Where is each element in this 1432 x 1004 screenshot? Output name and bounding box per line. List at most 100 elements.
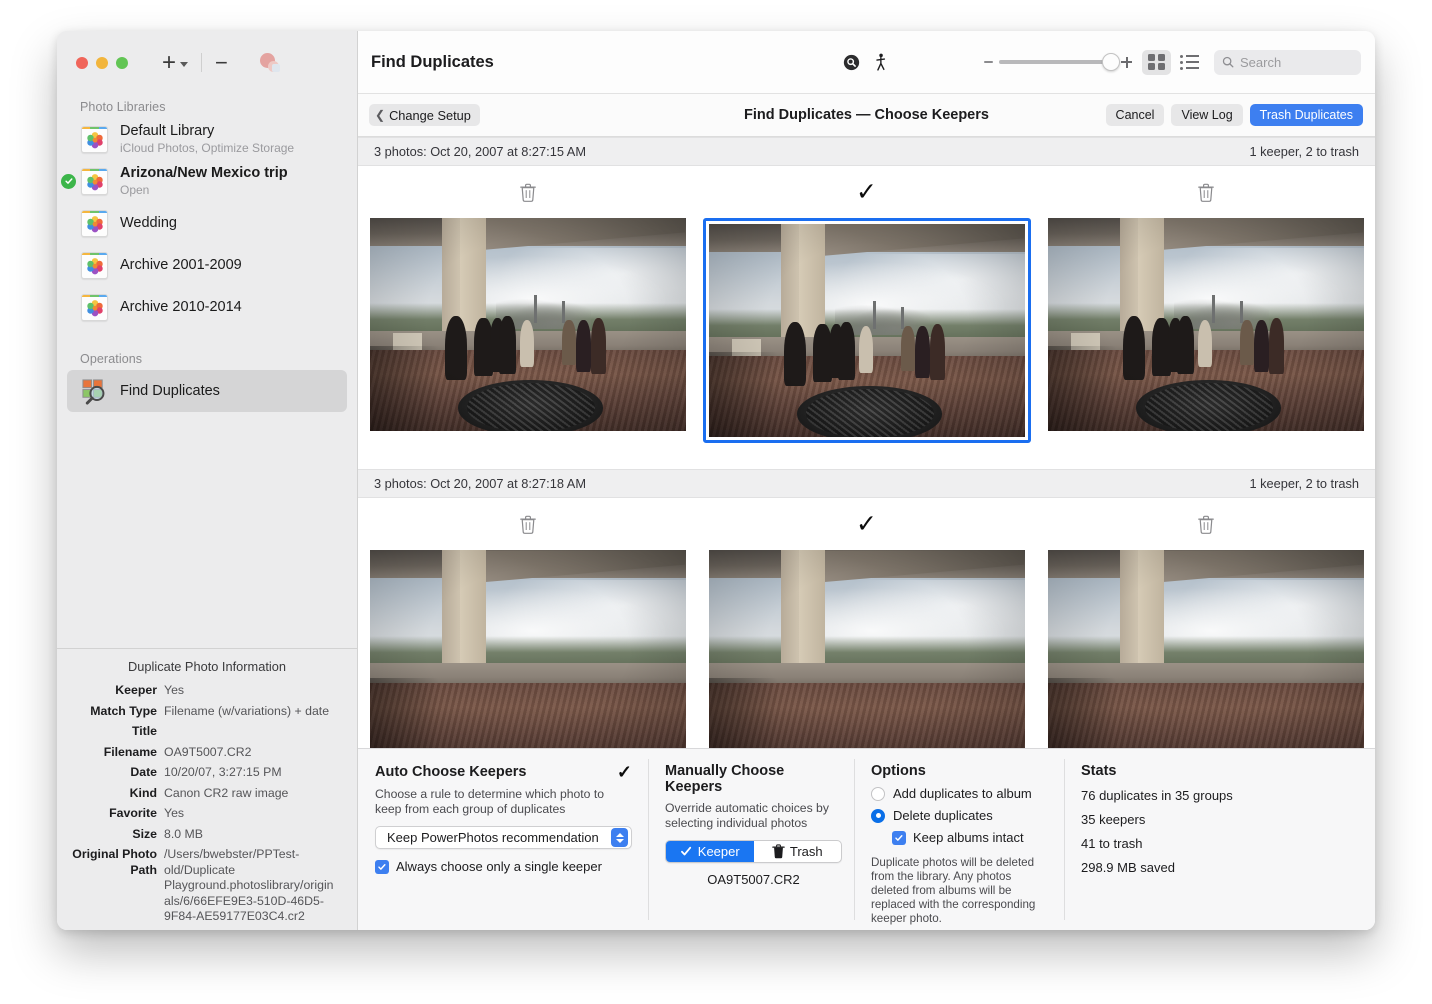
duplicate-photo-information-panel: Duplicate Photo Information KeeperYes Ma… xyxy=(57,648,357,930)
section-title-row: Auto Choose Keepers ✓ xyxy=(375,763,632,781)
group-photos-row xyxy=(358,550,1375,763)
keep-albums-intact-checkbox[interactable] xyxy=(892,831,906,845)
keeper-trash-segmented-control[interactable]: Keeper Trash xyxy=(665,840,842,863)
stepper-icon[interactable] xyxy=(611,828,628,847)
trash-icon[interactable] xyxy=(520,515,536,534)
radio-add-to-album[interactable] xyxy=(871,787,885,801)
photo-thumbnail[interactable] xyxy=(709,550,1025,763)
info-row: KeeperYes xyxy=(57,683,357,699)
photo-cell[interactable] xyxy=(1036,550,1375,763)
info-label: Kind xyxy=(57,786,157,802)
section-header-photo-libraries: Photo Libraries xyxy=(57,94,357,118)
segment-keeper[interactable]: Keeper xyxy=(666,841,754,862)
trash-icon[interactable] xyxy=(520,183,536,202)
info-row: Original Photo Path/Users/bwebster/PPTes… xyxy=(57,847,357,925)
close-button[interactable] xyxy=(76,57,88,69)
auto-enabled-check-icon[interactable]: ✓ xyxy=(617,763,632,781)
keeper-rule-select[interactable]: Keep PowerPhotos recommendation xyxy=(375,826,632,849)
operation-name: Find Duplicates xyxy=(120,383,220,400)
cancel-button[interactable]: Cancel xyxy=(1106,104,1165,126)
trash-icon xyxy=(772,844,785,859)
merge-libraries-icon[interactable] xyxy=(260,53,282,73)
info-label: Keeper xyxy=(57,683,157,699)
photo-mark-cell[interactable]: ✓ xyxy=(697,166,1036,218)
add-library-button[interactable]: + xyxy=(162,51,188,75)
photo-mark-cell[interactable] xyxy=(358,498,697,550)
zoom-in-icon[interactable] xyxy=(1121,57,1132,68)
photos-library-icon xyxy=(81,294,108,321)
photo-mark-cell[interactable] xyxy=(1036,498,1375,550)
main-area: Find Duplicates xyxy=(358,31,1375,930)
info-row: FavoriteYes xyxy=(57,806,357,822)
toolbar-center-icons xyxy=(843,53,887,72)
sidebar-item-archive-2001-2009[interactable]: Archive 2001-2009 xyxy=(67,244,347,286)
photo-image xyxy=(709,550,1025,763)
toolbar-right: Search xyxy=(984,50,1361,75)
remove-library-button[interactable]: − xyxy=(215,52,228,74)
slider-track[interactable] xyxy=(999,60,1115,64)
duplicate-search-icon[interactable] xyxy=(843,54,860,71)
info-value xyxy=(164,724,339,740)
radio-delete-duplicates[interactable] xyxy=(871,809,885,823)
photo-thumbnail[interactable] xyxy=(370,218,686,443)
stat-keepers: 35 keepers xyxy=(1081,812,1359,827)
person-walking-icon[interactable] xyxy=(874,53,887,72)
zoom-out-icon[interactable] xyxy=(984,61,993,63)
photo-cell[interactable] xyxy=(358,218,697,443)
single-keeper-checkbox[interactable] xyxy=(375,860,389,874)
sidebar-item-wedding[interactable]: Wedding xyxy=(67,202,347,244)
sidebar-item-arizona-new-mexico-trip[interactable]: Arizona/New Mexico trip Open xyxy=(67,160,347,202)
view-log-button[interactable]: View Log xyxy=(1171,104,1242,126)
library-name: Wedding xyxy=(120,215,177,232)
photo-thumbnail[interactable] xyxy=(1048,550,1364,763)
options-title: Options xyxy=(871,763,926,779)
keeper-check-icon[interactable]: ✓ xyxy=(856,180,877,205)
search-input[interactable]: Search xyxy=(1214,50,1361,75)
photo-mark-cell[interactable] xyxy=(358,166,697,218)
photo-thumbnail-selected[interactable] xyxy=(703,218,1031,443)
photo-cell[interactable] xyxy=(1036,218,1375,443)
delete-duplicates-row[interactable]: Delete duplicates xyxy=(871,808,1048,823)
subbar-actions: Cancel View Log Trash Duplicates xyxy=(1106,104,1363,126)
info-label: Date xyxy=(57,765,157,781)
change-setup-button[interactable]: ❮ Change Setup xyxy=(369,104,480,126)
info-label: Match Type xyxy=(57,704,157,720)
add-duplicates-to-album-row[interactable]: Add duplicates to album xyxy=(871,786,1048,801)
grid-view-button[interactable] xyxy=(1142,50,1171,75)
keeper-check-icon[interactable]: ✓ xyxy=(856,512,877,537)
zoom-button[interactable] xyxy=(116,57,128,69)
trash-icon[interactable] xyxy=(1198,183,1214,202)
library-name: Arizona/New Mexico trip xyxy=(120,165,288,182)
photo-cell[interactable] xyxy=(358,550,697,763)
photo-thumbnail[interactable] xyxy=(1048,218,1364,443)
photo-cell[interactable] xyxy=(697,550,1036,763)
segment-trash[interactable]: Trash xyxy=(754,841,842,862)
trash-icon[interactable] xyxy=(1198,515,1214,534)
thumbnail-size-slider[interactable] xyxy=(984,57,1132,68)
stat-saved: 298.9 MB saved xyxy=(1081,860,1359,875)
bottom-control-panel: Auto Choose Keepers ✓ Choose a rule to d… xyxy=(358,748,1375,930)
slider-thumb[interactable] xyxy=(1102,53,1120,71)
photo-cell[interactable] xyxy=(697,218,1036,443)
options-section: Options Add duplicates to album Delete d… xyxy=(854,749,1064,930)
sidebar-item-find-duplicates[interactable]: Find Duplicates xyxy=(67,370,347,412)
minimize-button[interactable] xyxy=(96,57,108,69)
photos-library-icon xyxy=(81,168,108,195)
sidebar-item-archive-2010-2014[interactable]: Archive 2010-2014 xyxy=(67,286,347,328)
keep-albums-intact-row[interactable]: Keep albums intact xyxy=(892,830,1048,845)
photo-mark-cell[interactable]: ✓ xyxy=(697,498,1036,550)
photo-thumbnail[interactable] xyxy=(370,550,686,763)
info-row: Kind Canon CR2 raw image xyxy=(57,786,357,802)
info-value: Canon CR2 raw image xyxy=(164,786,339,802)
single-keeper-label: Always choose only a single keeper xyxy=(396,859,602,874)
library-name: Archive 2010-2014 xyxy=(120,299,242,316)
list-view-button[interactable] xyxy=(1175,50,1204,75)
duplicates-list[interactable]: 3 photos: Oct 20, 2007 at 8:27:15 AM 1 k… xyxy=(358,137,1375,930)
photo-image xyxy=(1048,550,1364,763)
sidebar-item-default-library[interactable]: Default Library iCloud Photos, Optimize … xyxy=(67,118,347,160)
chevron-down-icon xyxy=(180,62,188,67)
trash-duplicates-button[interactable]: Trash Duplicates xyxy=(1250,104,1363,126)
photos-library-icon xyxy=(81,252,108,279)
single-keeper-checkbox-row[interactable]: Always choose only a single keeper xyxy=(375,859,632,874)
photo-mark-cell[interactable] xyxy=(1036,166,1375,218)
